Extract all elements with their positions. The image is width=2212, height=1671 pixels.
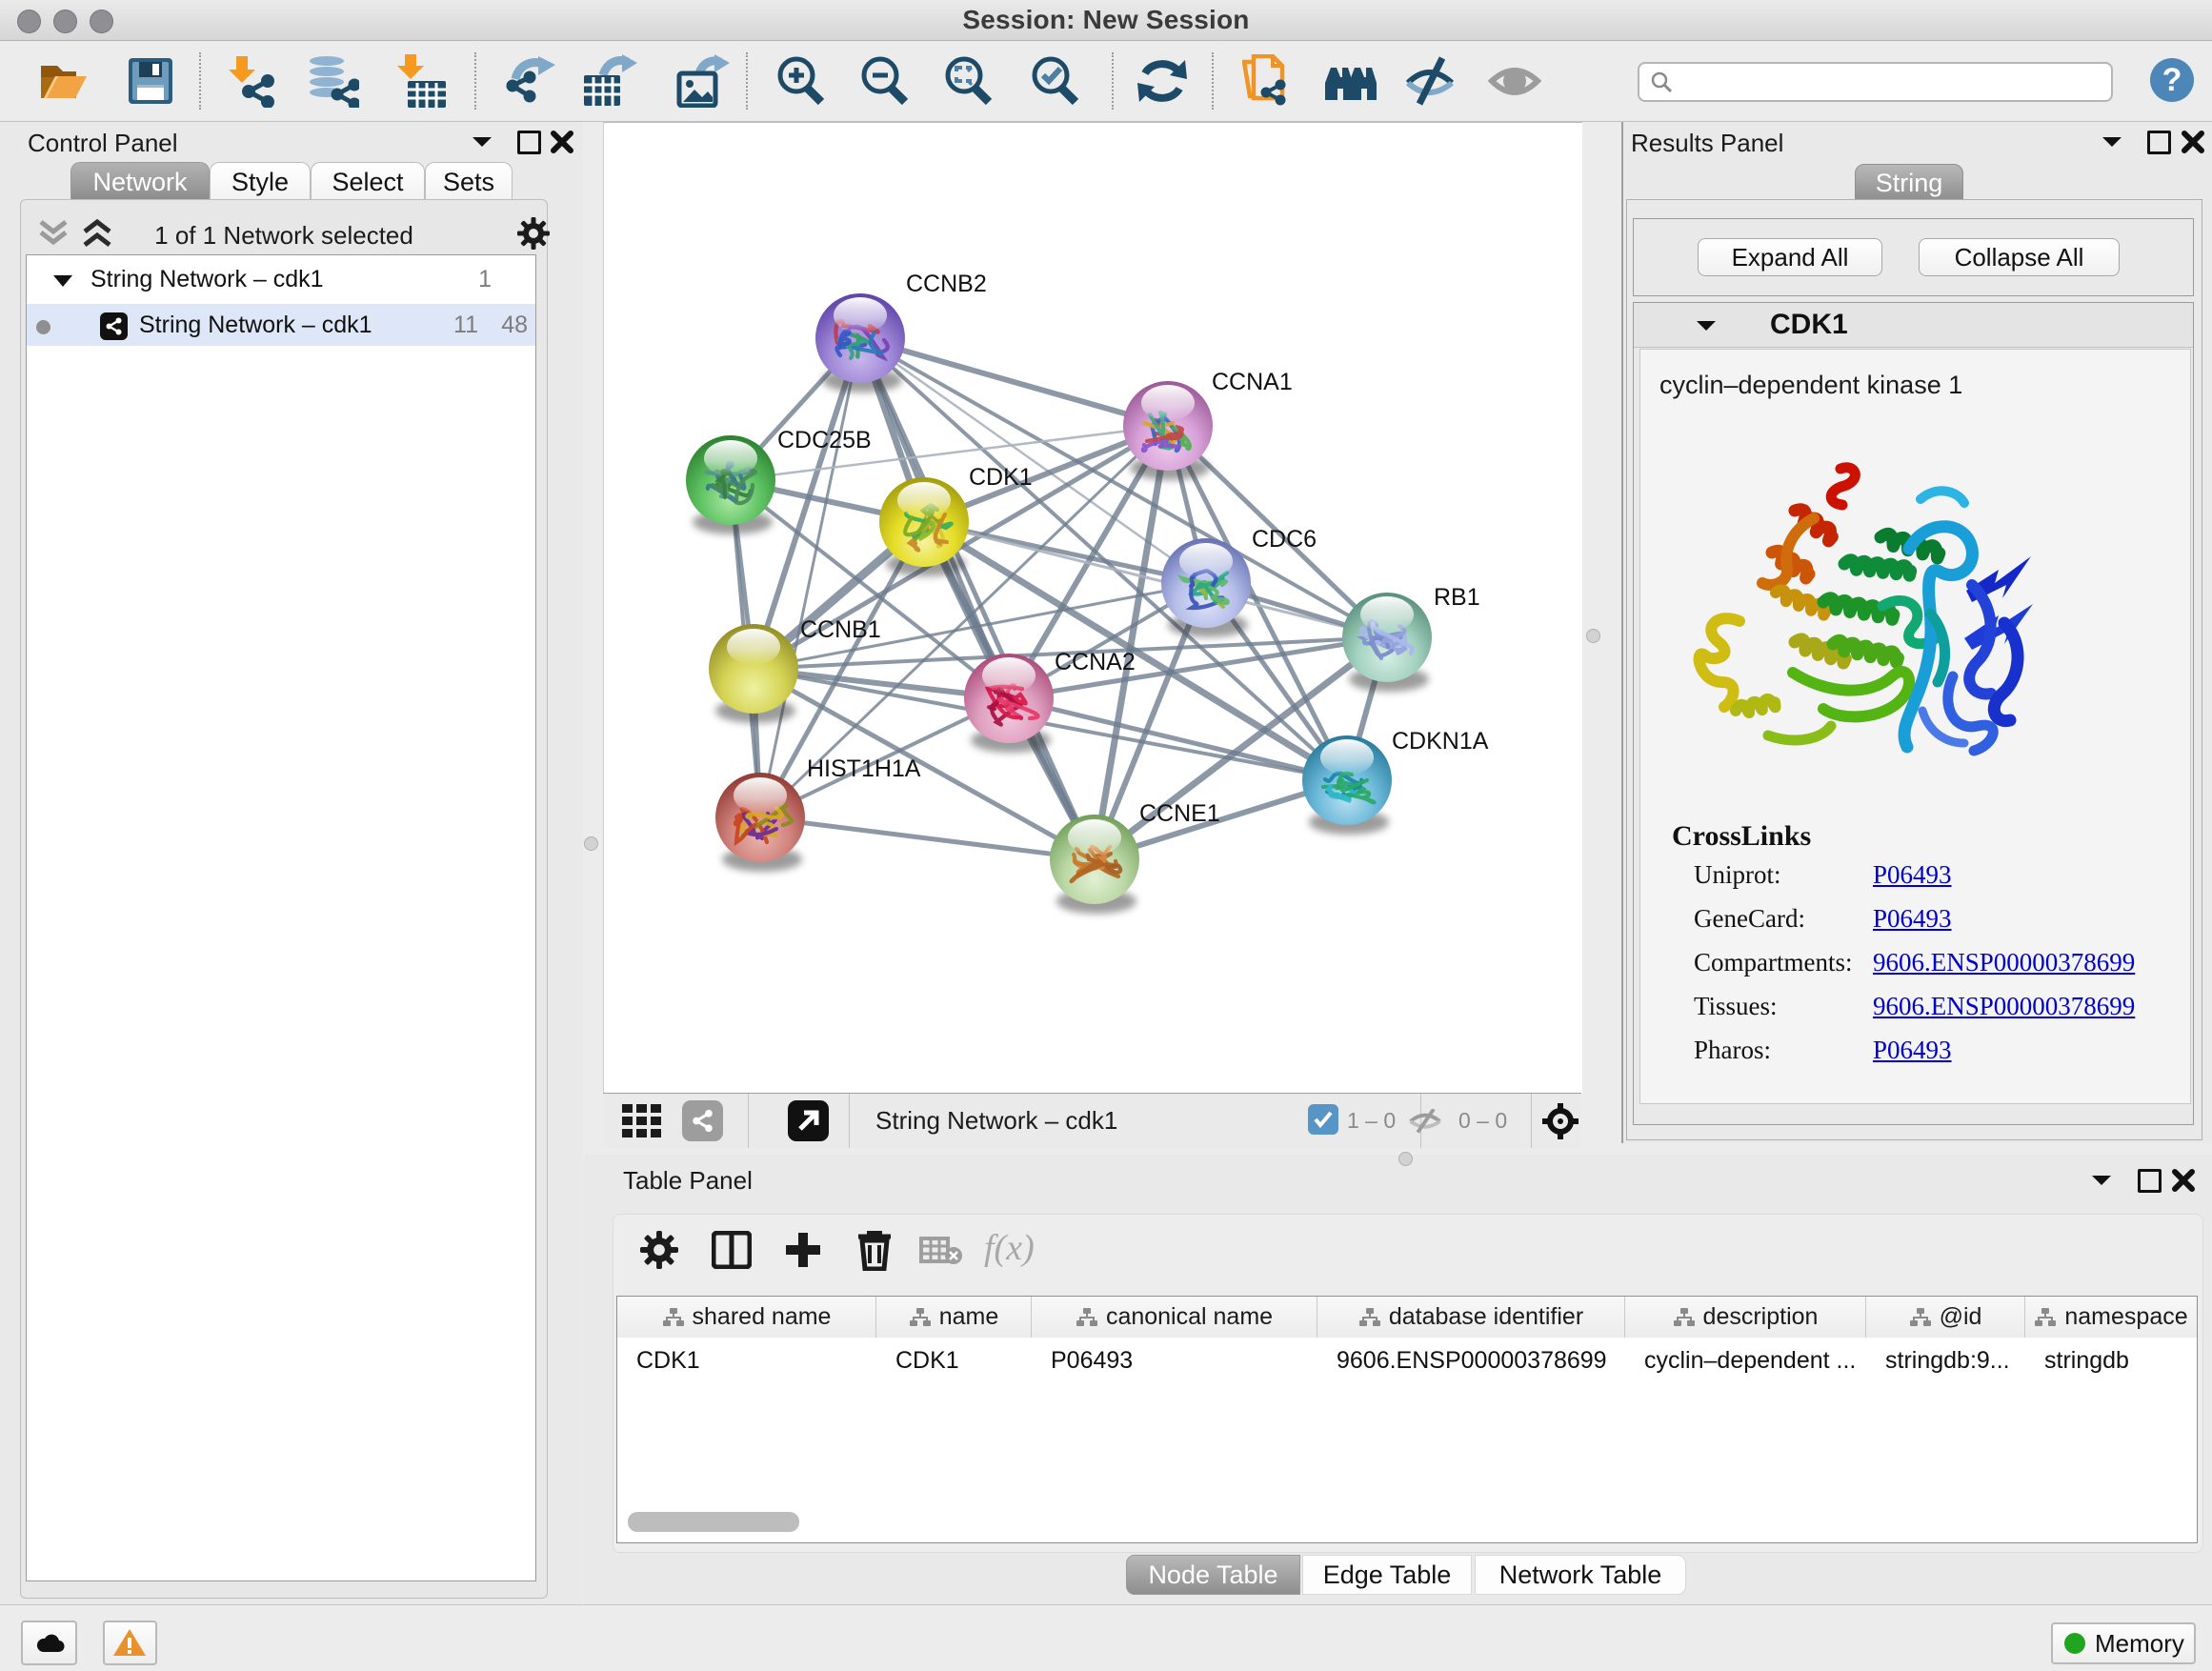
svg-text:CDC25B: CDC25B [777,427,872,453]
svg-text:HIST1H1A: HIST1H1A [807,755,921,782]
svg-text:CCNB1: CCNB1 [800,616,881,643]
svg-text:RB1: RB1 [1434,584,1480,611]
svg-text:CDC6: CDC6 [1252,526,1317,553]
svg-text:CCNE1: CCNE1 [1139,800,1220,827]
svg-text:CCNB2: CCNB2 [906,271,987,297]
svg-text:CDKN1A: CDKN1A [1392,728,1489,755]
svg-text:CDK1: CDK1 [969,464,1033,491]
svg-text:CCNA1: CCNA1 [1212,369,1293,395]
svg-text:CCNA2: CCNA2 [1055,649,1136,675]
